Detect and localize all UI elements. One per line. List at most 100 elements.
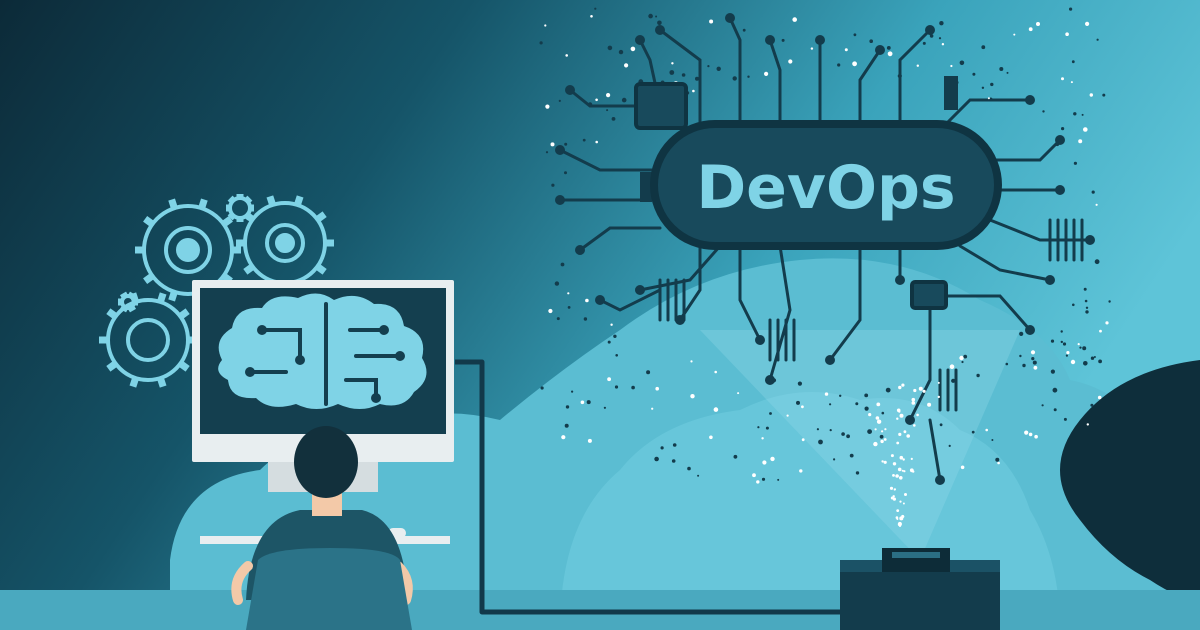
circuit-dot (545, 151, 549, 154)
circuit-dot (1097, 395, 1102, 400)
circuit-dot (922, 41, 926, 45)
circuit-dot (595, 98, 598, 102)
circuit-dot (881, 430, 884, 433)
circuit-dot (603, 406, 607, 409)
gear-tooth (198, 198, 208, 210)
gear-tooth (157, 292, 167, 304)
circuit-dot (816, 428, 820, 431)
circuit-dot (896, 441, 900, 445)
circuit-dot (849, 453, 854, 458)
circuit-dot (1072, 303, 1075, 307)
circuit-dot (1006, 71, 1009, 74)
circuit-node (935, 475, 945, 485)
circuit-dot (901, 515, 905, 518)
circuit-node (635, 285, 645, 295)
circuit-dot (558, 99, 561, 102)
circuit-dot (1108, 300, 1111, 303)
circuit-dot (564, 423, 569, 428)
circuit-dot (864, 393, 869, 398)
circuit-dot (841, 432, 845, 436)
circuit-dot (876, 402, 881, 407)
circuit-dot (560, 262, 565, 267)
circuit-dot (916, 413, 919, 417)
circuit-dot (588, 102, 593, 107)
circuit-dot (881, 411, 885, 415)
circuit-dot (892, 462, 897, 466)
circuit-dot (548, 308, 553, 314)
circuit-dot (565, 54, 568, 57)
circuit-dot (1073, 112, 1077, 116)
circuit-dot (909, 468, 914, 473)
circuit-dot (651, 407, 654, 410)
circuit-dot (873, 441, 878, 447)
circuit-dot (761, 437, 764, 440)
circuit-dot (771, 378, 777, 383)
gear-tooth (127, 305, 137, 313)
circuit-dot (671, 62, 674, 65)
chip-icon-top-left (634, 82, 688, 130)
circuit-dot (896, 417, 899, 420)
gear-tooth (243, 263, 255, 275)
circuit-dot (910, 457, 913, 460)
circuit-dot (1065, 354, 1068, 357)
circuit-dot (1041, 404, 1044, 407)
gear-tooth (143, 273, 155, 284)
circuit-dot (963, 354, 968, 359)
gear-tooth (294, 195, 304, 207)
circuit-dot (671, 459, 676, 463)
circuit-dot (615, 354, 618, 357)
circuit-dot (981, 45, 986, 50)
circuit-dot (567, 292, 570, 295)
circuit-dot (829, 403, 832, 406)
circuit-dot (1102, 93, 1106, 97)
circuit-dot (855, 402, 859, 406)
circuit-dot (901, 383, 905, 387)
circuit-dot (846, 434, 850, 439)
circuit-dot (899, 476, 903, 480)
circuit-dot (544, 24, 547, 27)
circuit-dot (904, 493, 907, 496)
circuit-dot (899, 455, 904, 460)
gear-tooth (315, 211, 327, 223)
circuit-dot (898, 524, 902, 528)
circuit-dot (895, 474, 899, 478)
circuit-dot (1050, 369, 1055, 374)
circuit-dot (788, 59, 793, 64)
circuit-dot (554, 281, 560, 286)
circuit-dot (991, 439, 994, 441)
circuit-dot (606, 93, 611, 98)
circuit-dot (613, 334, 617, 338)
circuit-dot (1042, 110, 1045, 113)
circuit-dot (864, 406, 869, 411)
circuit-dot (1060, 330, 1063, 333)
circuit-dot (929, 34, 934, 38)
circuit-dot (624, 63, 629, 68)
chip-icon-top-right (944, 76, 958, 110)
circuit-dot (709, 19, 714, 24)
circuit-dot (1077, 343, 1080, 346)
circuit-dot (939, 21, 944, 26)
circuit-dot (567, 306, 571, 309)
circuit-dot (654, 456, 659, 462)
circuit-dot (889, 486, 894, 490)
circuit-node (925, 25, 935, 35)
circuit-dot (1060, 340, 1064, 344)
gear-tooth (227, 212, 236, 221)
circuit-dot (894, 488, 896, 491)
circuit-dot (890, 454, 894, 458)
gear-tooth (178, 360, 190, 372)
circuit-dot (1078, 139, 1083, 144)
circuit-dot (824, 392, 829, 396)
circuit-dot (770, 456, 775, 462)
circuit-dot (781, 38, 785, 42)
devops-illustration: DevOps (0, 0, 1200, 630)
circuit-dot (876, 419, 882, 424)
chip-icon-bottom (910, 280, 948, 310)
circuit-node (1055, 185, 1065, 195)
circuit-dot (1093, 356, 1096, 358)
circuit-dot (1033, 365, 1038, 370)
circuit-dot (1084, 299, 1088, 303)
circuit-dot (707, 65, 710, 68)
circuit-dot (1061, 77, 1064, 81)
circuit-dot (772, 38, 775, 41)
